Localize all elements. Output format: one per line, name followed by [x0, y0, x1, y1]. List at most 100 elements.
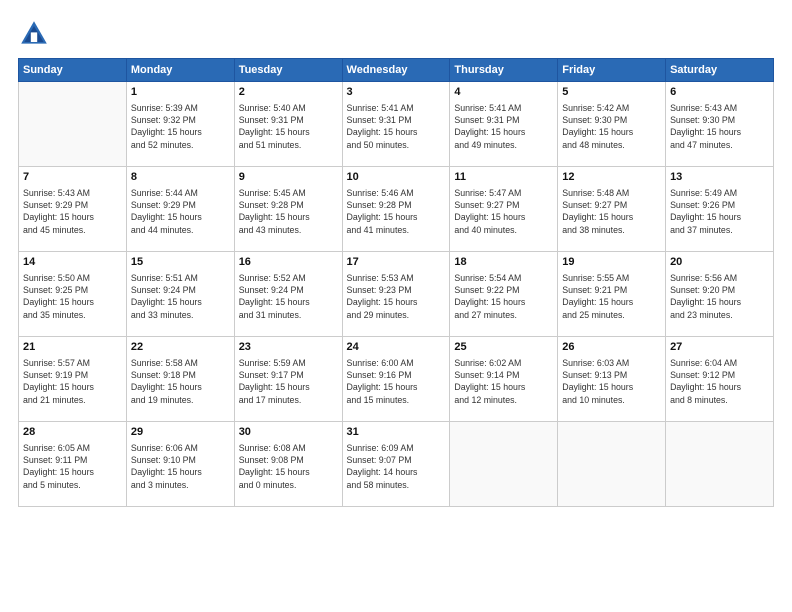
- day-info: Sunrise: 5:55 AM Sunset: 9:21 PM Dayligh…: [562, 272, 661, 321]
- day-info: Sunrise: 6:03 AM Sunset: 9:13 PM Dayligh…: [562, 357, 661, 406]
- day-number: 31: [347, 425, 446, 440]
- calendar-cell: 21 Sunrise: 5:57 AM Sunset: 9:19 PM Dayli…: [19, 337, 127, 422]
- day-info: Sunrise: 5:41 AM Sunset: 9:31 PM Dayligh…: [347, 102, 446, 151]
- calendar-cell: 3Sunrise: 5:41 AM Sunset: 9:31 PM Daylig…: [342, 82, 450, 167]
- day-info: Sunrise: 5:47 AM Sunset: 9:27 PM Dayligh…: [454, 187, 553, 236]
- day-number: 6: [670, 85, 769, 100]
- calendar-cell: 22 Sunrise: 5:58 AM Sunset: 9:18 PM Dayli…: [126, 337, 234, 422]
- day-number: 26: [562, 340, 661, 355]
- calendar-cell: 26 Sunrise: 6:03 AM Sunset: 9:13 PM Dayli…: [558, 337, 666, 422]
- day-info: Sunrise: 6:09 AM Sunset: 9:07 PM Dayligh…: [347, 442, 446, 491]
- calendar-cell: 9Sunrise: 5:45 AM Sunset: 9:28 PM Daylig…: [234, 167, 342, 252]
- day-info: Sunrise: 6:05 AM Sunset: 9:11 PM Dayligh…: [23, 442, 122, 491]
- day-number: 13: [670, 170, 769, 185]
- day-number: 9: [239, 170, 338, 185]
- day-info: Sunrise: 5:51 AM Sunset: 9:24 PM Dayligh…: [131, 272, 230, 321]
- day-info: Sunrise: 5:40 AM Sunset: 9:31 PM Dayligh…: [239, 102, 338, 151]
- day-info: Sunrise: 5:50 AM Sunset: 9:25 PM Dayligh…: [23, 272, 122, 321]
- day-number: 25: [454, 340, 553, 355]
- calendar-cell: 15 Sunrise: 5:51 AM Sunset: 9:24 PM Dayli…: [126, 252, 234, 337]
- day-number: 20: [670, 255, 769, 270]
- day-number: 21: [23, 340, 122, 355]
- calendar-cell: 16 Sunrise: 5:52 AM Sunset: 9:24 PM Dayli…: [234, 252, 342, 337]
- calendar-cell: 11 Sunrise: 5:47 AM Sunset: 9:27 PM Dayli…: [450, 167, 558, 252]
- calendar-cell: 29 Sunrise: 6:06 AM Sunset: 9:10 PM Dayli…: [126, 422, 234, 507]
- day-number: 7: [23, 170, 122, 185]
- day-info: Sunrise: 5:58 AM Sunset: 9:18 PM Dayligh…: [131, 357, 230, 406]
- weekday-tuesday: Tuesday: [234, 59, 342, 82]
- calendar-cell: [558, 422, 666, 507]
- calendar-table: SundayMondayTuesdayWednesdayThursdayFrid…: [18, 58, 774, 507]
- week-row-4: 21 Sunrise: 5:57 AM Sunset: 9:19 PM Dayli…: [19, 337, 774, 422]
- logo-icon: [18, 18, 50, 50]
- day-number: 16: [239, 255, 338, 270]
- day-info: Sunrise: 5:53 AM Sunset: 9:23 PM Dayligh…: [347, 272, 446, 321]
- day-number: 18: [454, 255, 553, 270]
- week-row-3: 14 Sunrise: 5:50 AM Sunset: 9:25 PM Dayli…: [19, 252, 774, 337]
- day-info: Sunrise: 5:39 AM Sunset: 9:32 PM Dayligh…: [131, 102, 230, 151]
- day-number: 24: [347, 340, 446, 355]
- calendar-cell: 10 Sunrise: 5:46 AM Sunset: 9:28 PM Dayli…: [342, 167, 450, 252]
- day-number: 29: [131, 425, 230, 440]
- day-number: 5: [562, 85, 661, 100]
- page: SundayMondayTuesdayWednesdayThursdayFrid…: [0, 0, 792, 612]
- day-number: 14: [23, 255, 122, 270]
- weekday-saturday: Saturday: [666, 59, 774, 82]
- calendar-cell: 23 Sunrise: 5:59 AM Sunset: 9:17 PM Dayli…: [234, 337, 342, 422]
- weekday-wednesday: Wednesday: [342, 59, 450, 82]
- day-number: 27: [670, 340, 769, 355]
- day-info: Sunrise: 6:02 AM Sunset: 9:14 PM Dayligh…: [454, 357, 553, 406]
- header: [18, 18, 774, 50]
- day-number: 17: [347, 255, 446, 270]
- day-info: Sunrise: 5:59 AM Sunset: 9:17 PM Dayligh…: [239, 357, 338, 406]
- day-info: Sunrise: 6:04 AM Sunset: 9:12 PM Dayligh…: [670, 357, 769, 406]
- calendar-cell: 7 Sunrise: 5:43 AM Sunset: 9:29 PM Daylig…: [19, 167, 127, 252]
- calendar-cell: 5Sunrise: 5:42 AM Sunset: 9:30 PM Daylig…: [558, 82, 666, 167]
- weekday-header-row: SundayMondayTuesdayWednesdayThursdayFrid…: [19, 59, 774, 82]
- calendar-cell: 17 Sunrise: 5:53 AM Sunset: 9:23 PM Dayli…: [342, 252, 450, 337]
- day-number: 2: [239, 85, 338, 100]
- day-number: 12: [562, 170, 661, 185]
- calendar-cell: [19, 82, 127, 167]
- calendar-cell: 4Sunrise: 5:41 AM Sunset: 9:31 PM Daylig…: [450, 82, 558, 167]
- weekday-sunday: Sunday: [19, 59, 127, 82]
- day-number: 22: [131, 340, 230, 355]
- weekday-monday: Monday: [126, 59, 234, 82]
- calendar-cell: 6Sunrise: 5:43 AM Sunset: 9:30 PM Daylig…: [666, 82, 774, 167]
- day-info: Sunrise: 5:41 AM Sunset: 9:31 PM Dayligh…: [454, 102, 553, 151]
- calendar-cell: [450, 422, 558, 507]
- day-number: 11: [454, 170, 553, 185]
- calendar-cell: 31 Sunrise: 6:09 AM Sunset: 9:07 PM Dayli…: [342, 422, 450, 507]
- day-info: Sunrise: 5:49 AM Sunset: 9:26 PM Dayligh…: [670, 187, 769, 236]
- day-number: 28: [23, 425, 122, 440]
- day-info: Sunrise: 5:46 AM Sunset: 9:28 PM Dayligh…: [347, 187, 446, 236]
- calendar-cell: 25 Sunrise: 6:02 AM Sunset: 9:14 PM Dayli…: [450, 337, 558, 422]
- calendar-cell: 2 Sunrise: 5:40 AM Sunset: 9:31 PM Daylig…: [234, 82, 342, 167]
- day-number: 19: [562, 255, 661, 270]
- day-info: Sunrise: 5:57 AM Sunset: 9:19 PM Dayligh…: [23, 357, 122, 406]
- day-info: Sunrise: 6:06 AM Sunset: 9:10 PM Dayligh…: [131, 442, 230, 491]
- calendar-cell: 12Sunrise: 5:48 AM Sunset: 9:27 PM Dayli…: [558, 167, 666, 252]
- day-info: Sunrise: 6:00 AM Sunset: 9:16 PM Dayligh…: [347, 357, 446, 406]
- week-row-1: 1Sunrise: 5:39 AM Sunset: 9:32 PM Daylig…: [19, 82, 774, 167]
- weekday-thursday: Thursday: [450, 59, 558, 82]
- calendar-cell: 24 Sunrise: 6:00 AM Sunset: 9:16 PM Dayli…: [342, 337, 450, 422]
- calendar-cell: 19 Sunrise: 5:55 AM Sunset: 9:21 PM Dayli…: [558, 252, 666, 337]
- calendar-cell: 14 Sunrise: 5:50 AM Sunset: 9:25 PM Dayli…: [19, 252, 127, 337]
- calendar-cell: 13 Sunrise: 5:49 AM Sunset: 9:26 PM Dayli…: [666, 167, 774, 252]
- week-row-2: 7 Sunrise: 5:43 AM Sunset: 9:29 PM Daylig…: [19, 167, 774, 252]
- calendar-cell: 18 Sunrise: 5:54 AM Sunset: 9:22 PM Dayli…: [450, 252, 558, 337]
- day-info: Sunrise: 5:52 AM Sunset: 9:24 PM Dayligh…: [239, 272, 338, 321]
- day-number: 15: [131, 255, 230, 270]
- day-info: Sunrise: 5:54 AM Sunset: 9:22 PM Dayligh…: [454, 272, 553, 321]
- calendar-cell: 8Sunrise: 5:44 AM Sunset: 9:29 PM Daylig…: [126, 167, 234, 252]
- calendar-cell: [666, 422, 774, 507]
- weekday-friday: Friday: [558, 59, 666, 82]
- calendar-cell: 20Sunrise: 5:56 AM Sunset: 9:20 PM Dayli…: [666, 252, 774, 337]
- calendar-cell: 27 Sunrise: 6:04 AM Sunset: 9:12 PM Dayli…: [666, 337, 774, 422]
- calendar-cell: 1Sunrise: 5:39 AM Sunset: 9:32 PM Daylig…: [126, 82, 234, 167]
- day-info: Sunrise: 5:43 AM Sunset: 9:29 PM Dayligh…: [23, 187, 122, 236]
- calendar-cell: 28 Sunrise: 6:05 AM Sunset: 9:11 PM Dayli…: [19, 422, 127, 507]
- day-number: 23: [239, 340, 338, 355]
- day-number: 10: [347, 170, 446, 185]
